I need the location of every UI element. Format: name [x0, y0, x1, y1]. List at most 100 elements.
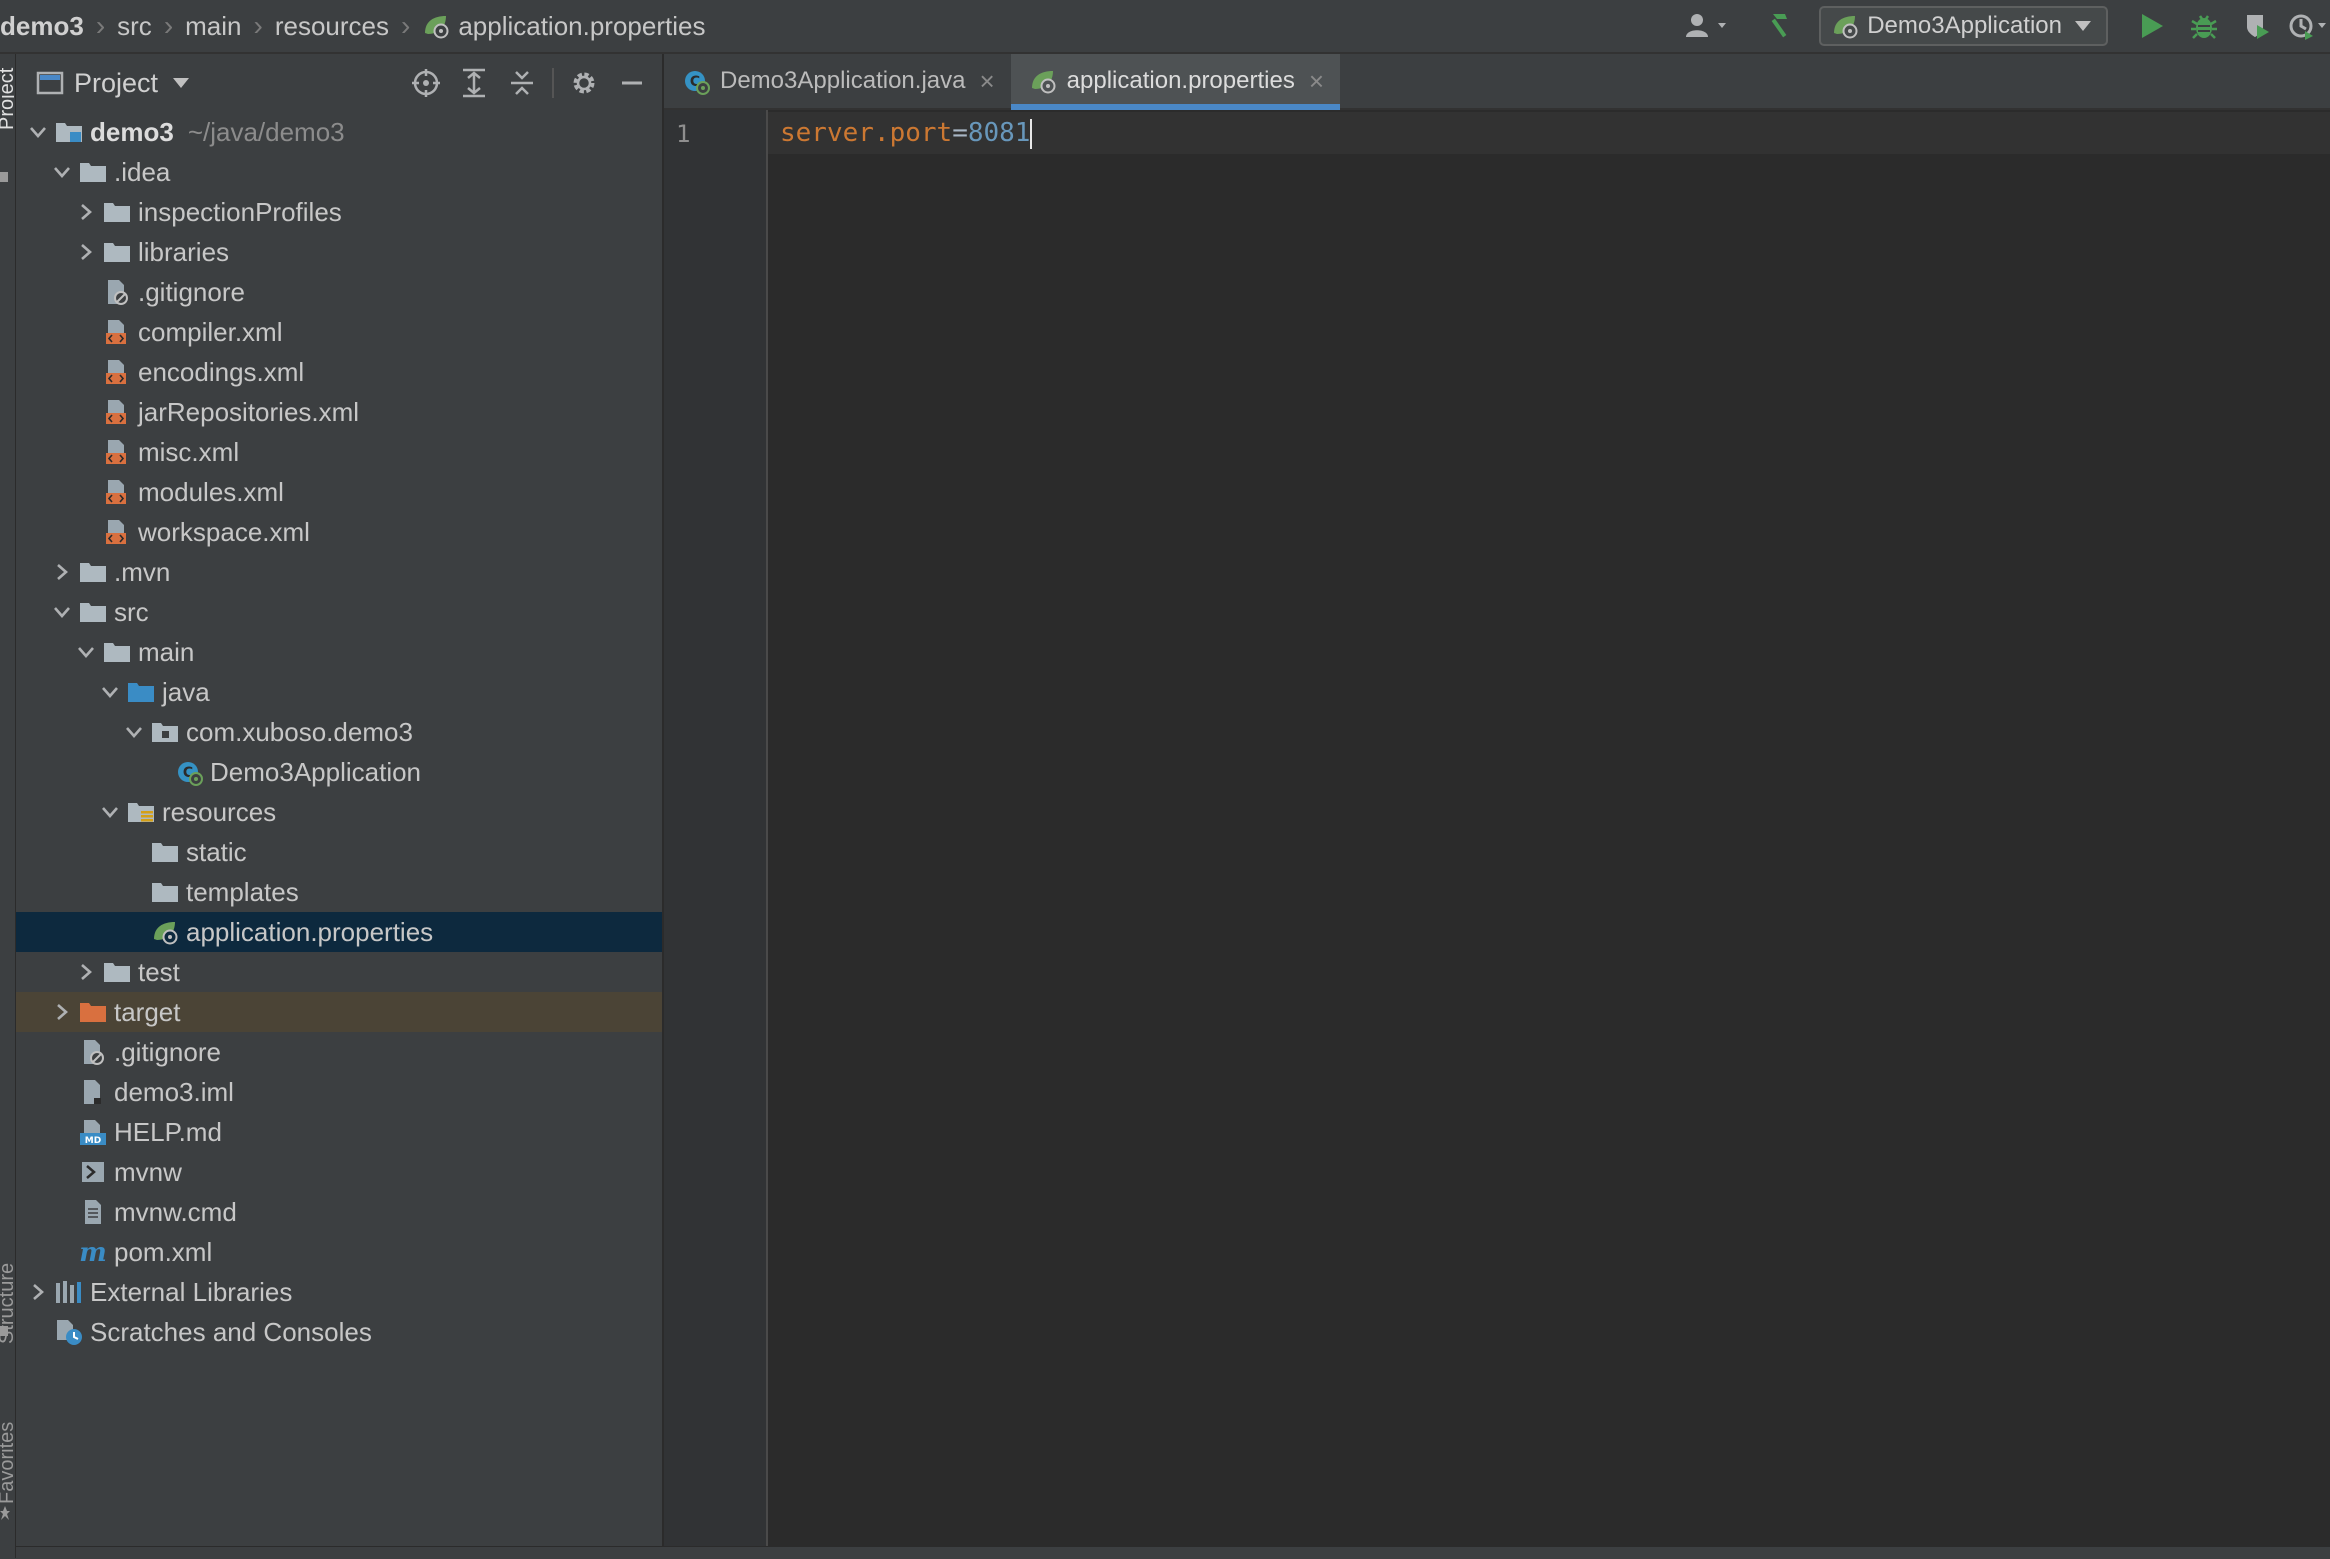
breadcrumb-item-application-properties[interactable]: application.properties: [422, 11, 705, 42]
tree-node-templates[interactable]: templates: [16, 872, 662, 912]
property-key: server.port: [780, 118, 953, 148]
tree-node-com-xuboso-demo3[interactable]: com.xuboso.demo3: [16, 712, 662, 752]
tree-node-help-md[interactable]: MD HELP.md: [16, 1112, 662, 1152]
tree-node-mvn[interactable]: .mvn: [16, 552, 662, 592]
project-tool-window-button[interactable]: Project: [0, 58, 14, 130]
chevron-right-icon[interactable]: [74, 232, 98, 272]
editor-tab-bar: C Demo3Application.java × application.pr…: [664, 54, 2330, 110]
tree-node-label: Scratches and Consoles: [90, 1316, 372, 1347]
chevron-right-icon[interactable]: [50, 552, 74, 592]
folder-icon: [78, 557, 108, 587]
run-configuration-selector[interactable]: Demo3Application: [1819, 6, 2108, 46]
tree-node-label: HELP.md: [114, 1116, 222, 1147]
tree-node-resources[interactable]: resources: [16, 792, 662, 832]
chevron-right-icon[interactable]: [26, 1272, 50, 1312]
tree-node-label: .mvn: [114, 556, 171, 587]
chevron-down-icon[interactable]: [50, 592, 74, 632]
tree-node-label: misc.xml: [138, 436, 240, 467]
chevron-right-icon[interactable]: [74, 192, 98, 232]
tree-node-inspectionprofiles[interactable]: inspectionProfiles: [16, 192, 662, 232]
tree-node-demo3-iml[interactable]: demo3.iml: [16, 1072, 662, 1112]
chevron-down-icon[interactable]: [122, 712, 146, 752]
chevron-down-icon[interactable]: [74, 632, 98, 672]
account-icon[interactable]: [1679, 4, 1739, 48]
expand-all-icon[interactable]: [450, 59, 498, 107]
favorites-tool-window-button[interactable]: Favorites: [0, 1384, 14, 1504]
chevron-down-icon[interactable]: [172, 77, 190, 89]
close-icon[interactable]: ×: [1309, 66, 1324, 97]
coverage-icon[interactable]: [2234, 4, 2278, 48]
tree-node-test[interactable]: test: [16, 952, 662, 992]
tree-node-pom-xml[interactable]: m pom.xml: [16, 1232, 662, 1272]
tree-node-workspace-xml[interactable]: workspace.xml: [16, 512, 662, 552]
project-view-selector[interactable]: Project: [74, 68, 158, 99]
tree-node-gitignore[interactable]: .gitignore: [16, 272, 662, 312]
chevron-down-icon[interactable]: [26, 112, 50, 152]
tree-node-target[interactable]: target: [16, 992, 662, 1032]
xml-file-icon: [102, 477, 132, 507]
chevron-down-icon[interactable]: [98, 792, 122, 832]
tree-node-label: src: [114, 596, 149, 627]
folder-icon: [102, 637, 132, 667]
tree-node-label: demo3.iml: [114, 1076, 234, 1107]
tree-node-scratches-and-consoles[interactable]: Scratches and Consoles: [16, 1312, 662, 1352]
tree-node-misc-xml[interactable]: misc.xml: [16, 432, 662, 472]
spring-boot-icon: [1831, 13, 1859, 39]
select-opened-file-icon[interactable]: [402, 59, 450, 107]
tree-node-label: main: [138, 636, 195, 667]
breadcrumb-separator-icon: ›: [253, 10, 263, 41]
breadcrumb-item-label: application.properties: [458, 10, 706, 41]
chevron-down-icon[interactable]: [98, 672, 122, 712]
collapse-all-icon[interactable]: [498, 59, 546, 107]
tree-node-java[interactable]: java: [16, 672, 662, 712]
code-editor[interactable]: server.port=8081: [768, 110, 2330, 1546]
tree-node-gitignore[interactable]: .gitignore: [16, 1032, 662, 1072]
profiler-icon[interactable]: [2286, 4, 2330, 48]
module-folder-icon: [54, 117, 84, 147]
tab-application-properties[interactable]: application.properties ×: [1010, 54, 1341, 110]
property-value: 8081: [967, 118, 1031, 148]
tab-demo3application-java[interactable]: C Demo3Application.java ×: [664, 54, 1011, 108]
xml-file-icon: [102, 517, 132, 547]
tree-node-idea[interactable]: .idea: [16, 152, 662, 192]
structure-tool-window-button[interactable]: Structure: [0, 1214, 14, 1344]
debug-bug-icon[interactable]: [2182, 4, 2226, 48]
tree-node-encodings-xml[interactable]: encodings.xml: [16, 352, 662, 392]
project-stripe-icon: [0, 172, 8, 182]
build-hammer-icon[interactable]: [1757, 4, 1801, 48]
tree-node-jarrepositories-xml[interactable]: jarRepositories.xml: [16, 392, 662, 432]
hide-panel-icon[interactable]: [608, 59, 656, 107]
tree-node-static[interactable]: static: [16, 832, 662, 872]
tree-node-libraries[interactable]: libraries: [16, 232, 662, 272]
breadcrumb-item-main[interactable]: main: [185, 11, 241, 42]
tree-node-label: modules.xml: [138, 476, 284, 507]
xml-file-icon: [102, 397, 132, 427]
breadcrumb-item-resources[interactable]: resources: [275, 11, 389, 42]
breadcrumb-item-src[interactable]: src: [117, 11, 152, 42]
tree-node-external-libraries[interactable]: External Libraries: [16, 1272, 662, 1312]
tree-node-application-properties[interactable]: application.properties: [16, 912, 662, 952]
svg-text:MD: MD: [85, 1136, 101, 1146]
tree-node-demo3[interactable]: demo3 ~/java/demo3: [16, 112, 662, 152]
tree-node-src[interactable]: src: [16, 592, 662, 632]
code-line[interactable]: server.port=8081: [780, 118, 1033, 149]
tree-node-mvnw-cmd[interactable]: mvnw.cmd: [16, 1192, 662, 1232]
breadcrumb-separator-icon: ›: [95, 10, 106, 41]
project-panel-header: Project: [16, 54, 662, 112]
chevron-right-icon[interactable]: [74, 952, 98, 992]
tree-node-main[interactable]: main: [16, 632, 662, 672]
editor-gutter[interactable]: 1: [664, 110, 768, 1546]
chevron-right-icon[interactable]: [50, 992, 74, 1032]
run-icon[interactable]: [2130, 4, 2174, 48]
chevron-down-icon[interactable]: [50, 152, 74, 192]
tree-node-label: test: [138, 956, 180, 987]
tree-node-compiler-xml[interactable]: compiler.xml: [16, 312, 662, 352]
breadcrumb: demo3 › src › main › resources › applica…: [0, 0, 705, 52]
tree-node-mvnw[interactable]: mvnw: [16, 1152, 662, 1192]
gear-icon[interactable]: [560, 59, 608, 107]
breadcrumb-item-demo3[interactable]: demo3: [0, 11, 84, 42]
tree-node-demo3application[interactable]: C Demo3Application: [16, 752, 662, 792]
tree-node-modules-xml[interactable]: modules.xml: [16, 472, 662, 512]
close-icon[interactable]: ×: [979, 66, 994, 97]
project-tool-window: Project demo3 ~/java/demo3 .idea inspection…: [16, 54, 664, 1546]
